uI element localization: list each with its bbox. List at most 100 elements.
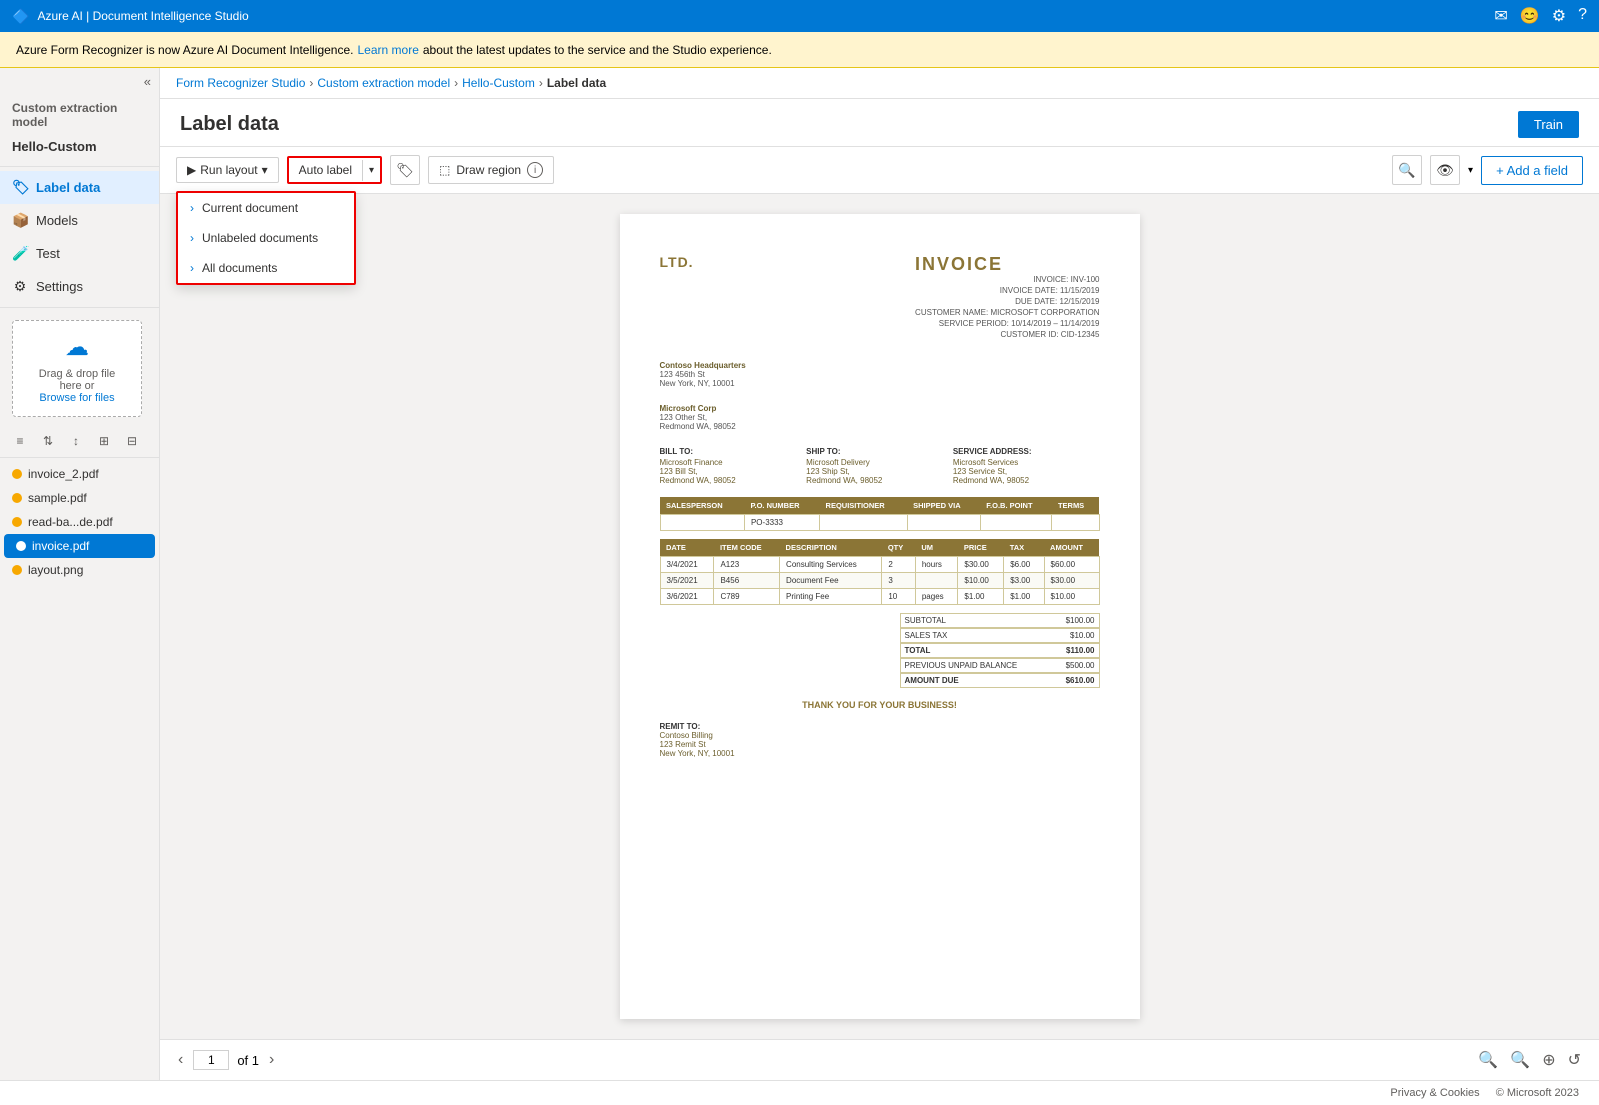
order-cell-terms [1052,515,1099,531]
order-table: SALESPERSON P.O. NUMBER REQUISITIONER SH… [660,497,1100,531]
dropdown-item-all[interactable]: › All documents [178,253,354,283]
invoice-logo: LTD. [660,254,694,270]
learn-more-link[interactable]: Learn more [358,43,419,57]
auto-label-dropdown[interactable]: Auto label ▾ [287,156,382,184]
sales-tax-value: $10.00 [1070,631,1094,640]
settings-icon[interactable]: ⚙ [1552,6,1566,26]
order-header-fob: F.O.B. POINT [980,497,1052,515]
order-header-terms: TERMS [1052,497,1099,515]
title-bar: 🔷 Azure AI | Document Intelligence Studi… [0,0,1599,32]
dropdown-arrow-all: › [190,261,194,275]
mail-icon[interactable]: ✉ [1494,6,1507,26]
order-cell-fob [980,515,1052,531]
line-row-2: 3/5/2021 B456 Document Fee 3 $10.00 $3.0… [660,573,1099,589]
draw-region-info-icon[interactable]: i [527,162,543,178]
title-bar-actions: ✉ 😊 ⚙ ? [1494,6,1587,26]
draw-region-button[interactable]: ⬚ Draw region i [428,156,554,184]
line-price-3: $1.00 [958,589,1004,605]
list-view-icon[interactable]: ≡ [8,429,32,453]
upload-area[interactable]: ☁ Drag & drop file here or Browse for fi… [12,320,142,417]
dropdown-item-current[interactable]: › Current document [178,193,354,223]
breadcrumb-form-recognizer[interactable]: Form Recognizer Studio [176,76,305,90]
line-header-um: UM [915,539,958,557]
list-expand-icon[interactable]: ⊟ [120,429,144,453]
sidebar-item-label-data[interactable]: 🏷 Label data [0,171,159,204]
ship-to-company: Microsoft Delivery [806,458,943,467]
line-desc-2: Document Fee [780,573,882,589]
toolbar: ▶ Run layout ▾ Auto label ▾ 🏷 ⬚ Draw reg… [160,147,1599,194]
sidebar-item-settings[interactable]: ⚙ Settings [0,270,159,303]
line-header-qty: QTY [882,539,916,557]
breadcrumb-custom-extraction[interactable]: Custom extraction model [317,76,450,90]
privacy-cookies-link[interactable]: Privacy & Cookies [1390,1087,1479,1099]
breadcrumb: Form Recognizer Studio › Custom extracti… [160,68,1599,99]
subtotal-value: $100.00 [1066,616,1095,625]
sidebar-label-data-text: Label data [36,180,100,195]
from-city: New York, NY, 10001 [660,379,746,388]
page-number-input[interactable] [193,1050,229,1070]
zoom-in-button[interactable]: 🔍 [1508,1048,1532,1072]
breadcrumb-current: Label data [547,76,606,90]
test-icon: 🧪 [12,245,28,262]
tag-icon-button[interactable]: 🏷 [390,155,420,185]
file-name-invoice: invoice.pdf [32,539,89,553]
sidebar-collapse-btn[interactable]: « [0,68,159,95]
line-item-1: A123 [714,557,780,573]
amount-due-label: AMOUNT DUE [905,676,959,685]
eye-chevron-icon[interactable]: ▾ [1468,165,1473,176]
file-item-readba[interactable]: read-ba...de.pdf [0,510,159,534]
file-item-layout[interactable]: layout.png [0,558,159,582]
file-dot-sample [12,493,22,503]
ship-to-street: 123 Ship St, [806,467,943,476]
breadcrumb-hello-custom[interactable]: Hello-Custom [462,76,535,90]
bill-to-city: Redmond WA, 98052 [660,476,797,485]
sidebar-item-models[interactable]: 📦 Models [0,204,159,237]
sold-to-street: 123 Other St, [660,413,736,422]
next-page-button[interactable]: › [267,1049,276,1071]
line-amount-2: $30.00 [1044,573,1099,589]
bill-to-company: Microsoft Finance [660,458,797,467]
zoom-out-button[interactable]: 🔍 [1476,1048,1500,1072]
file-item-invoice[interactable]: invoice.pdf [4,534,155,558]
remit-city: New York, NY, 10001 [660,749,1100,758]
line-row-1: 3/4/2021 A123 Consulting Services 2 hour… [660,557,1099,573]
remit-street: 123 Remit St [660,740,1100,749]
auto-label-chevron-icon[interactable]: ▾ [362,160,380,181]
bill-to-street: 123 Bill St, [660,467,797,476]
upload-text-line1: Drag & drop file [39,368,115,380]
line-um-1: hours [915,557,958,573]
auto-label-label[interactable]: Auto label [289,158,362,182]
train-button[interactable]: Train [1518,111,1579,138]
fit-page-button[interactable]: ⊕ [1540,1048,1557,1072]
line-amount-3: $10.00 [1044,589,1099,605]
prev-balance-label: PREVIOUS UNPAID BALANCE [905,661,1018,670]
file-item-sample[interactable]: sample.pdf [0,486,159,510]
filter-icon[interactable]: ↕ [64,429,88,453]
prev-page-button[interactable]: ‹ [176,1049,185,1071]
line-um-2 [915,573,958,589]
emoji-icon[interactable]: 😊 [1520,6,1540,26]
line-amount-1: $60.00 [1044,557,1099,573]
draw-region-icon: ⬚ [439,163,450,177]
run-layout-button[interactable]: ▶ Run layout ▾ [176,157,279,183]
refresh-button[interactable]: ↺ [1566,1048,1583,1072]
line-header-tax: TAX [1004,539,1044,557]
invoice-header: LTD. INVOICE INVOICE: INV-100 INVOICE DA… [660,254,1100,341]
dropdown-item-unlabeled[interactable]: › Unlabeled documents [178,223,354,253]
eye-button[interactable]: 👁 [1430,155,1460,185]
amount-due-row: AMOUNT DUE $610.00 [900,673,1100,688]
help-icon[interactable]: ? [1578,6,1587,26]
file-item-invoice2[interactable]: invoice_2.pdf [0,462,159,486]
from-address-section: Contoso Headquarters 123 456th St New Yo… [660,361,1100,388]
order-cell-ship [907,515,980,531]
order-cell-req [820,515,908,531]
browse-files-link[interactable]: Browse for files [39,392,114,404]
sort-icon[interactable]: ⇅ [36,429,60,453]
add-field-button[interactable]: + Add a field [1481,156,1583,185]
grid-view-icon[interactable]: ⊞ [92,429,116,453]
sidebar-item-test[interactable]: 🧪 Test [0,237,159,270]
page-title: Label data [180,113,279,136]
service-address-company: Microsoft Services [953,458,1090,467]
search-button[interactable]: 🔍 [1392,155,1422,185]
remit-label: REMIT TO: [660,722,1100,731]
